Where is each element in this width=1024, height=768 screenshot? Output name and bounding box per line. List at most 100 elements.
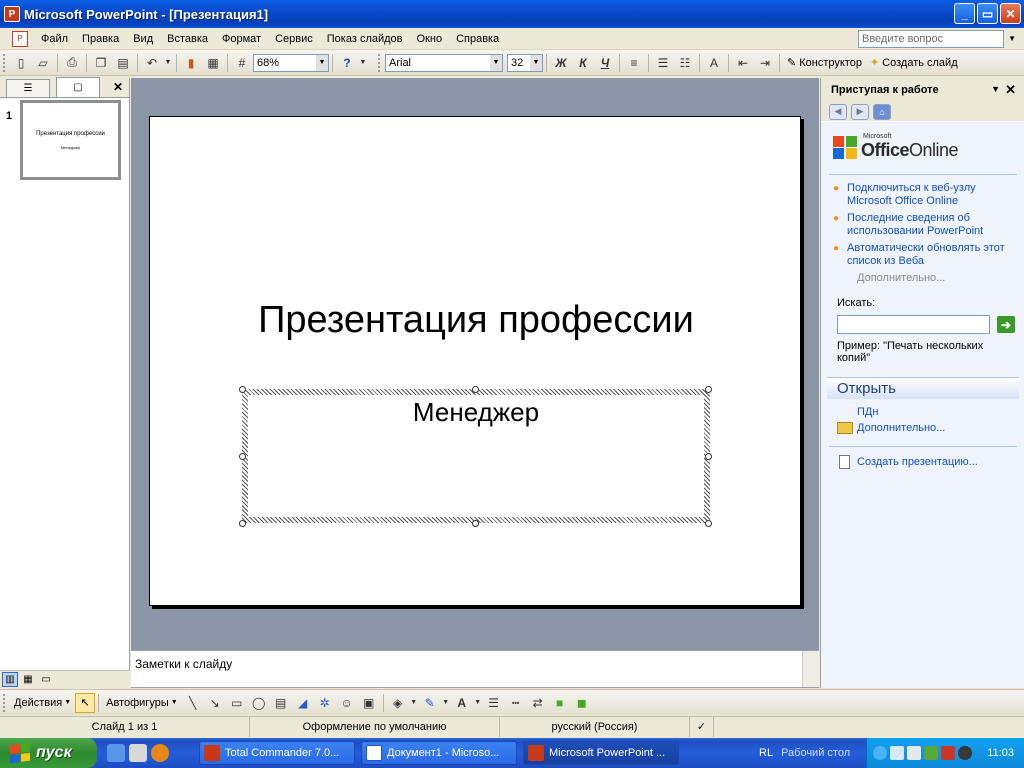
link-office-online[interactable]: ● Подключиться к веб-узлу Microsoft Offic… <box>833 182 1017 208</box>
link-latest-news[interactable]: ● Последние сведения об использовании Pow… <box>833 212 1017 238</box>
recent-file-link[interactable]: ПДн <box>857 406 878 418</box>
task-total-commander[interactable]: Total Commander 7.0... <box>199 741 355 765</box>
resize-handle-br[interactable] <box>705 520 712 527</box>
notes-scrollbar[interactable] <box>802 651 819 687</box>
close-button[interactable]: ✕ <box>1000 3 1021 24</box>
status-design[interactable]: Оформление по умолчанию <box>250 717 500 737</box>
slideshow-icon[interactable]: ▭ <box>38 672 54 687</box>
textbox-icon[interactable]: ▤ <box>270 692 292 714</box>
resize-handle-bc[interactable] <box>472 520 479 527</box>
help-question-input[interactable]: Введите вопрос <box>858 30 1004 48</box>
tab-slides[interactable]: ▢ <box>56 77 100 97</box>
underline-button[interactable]: Ч <box>594 52 616 74</box>
task-pane-header[interactable]: Приступая к работе ▼ ✕ <box>821 78 1024 102</box>
chevron-down-icon[interactable]: ▼ <box>490 54 502 71</box>
chevron-down-icon[interactable]: ▼ <box>530 54 542 71</box>
explorer-icon[interactable] <box>129 744 147 762</box>
fill-color-icon[interactable]: ◈ <box>387 692 409 714</box>
decrease-indent-icon[interactable]: ⇤ <box>732 52 754 74</box>
resize-handle-tr[interactable] <box>705 386 712 393</box>
toolbar-grip[interactable] <box>3 693 7 712</box>
increase-indent-icon[interactable]: ⇥ <box>754 52 776 74</box>
diagram-icon[interactable]: ✲ <box>314 692 336 714</box>
desktop-toolbar[interactable]: Рабочий стол <box>781 747 850 759</box>
resize-handle-ml[interactable] <box>239 453 246 460</box>
link-auto-update[interactable]: ● Автоматически обновлять этот список из … <box>833 242 1017 268</box>
menu-window[interactable]: Окно <box>410 29 450 49</box>
start-button[interactable]: пуск <box>0 738 97 768</box>
forward-icon[interactable]: ▶ <box>851 103 869 120</box>
document-icon[interactable]: P <box>12 30 28 47</box>
dash-style-icon[interactable]: ┅ <box>505 692 527 714</box>
resize-handle-tl[interactable] <box>239 386 246 393</box>
italic-button[interactable]: К <box>572 52 594 74</box>
close-icon[interactable]: ✕ <box>113 80 123 94</box>
chevron-down-icon[interactable]: ▼ <box>163 52 173 74</box>
resize-handle-bl[interactable] <box>239 520 246 527</box>
actions-menu[interactable]: Действия ▼ <box>10 697 75 709</box>
menu-edit[interactable]: Правка <box>75 29 126 49</box>
desktop-icon[interactable] <box>107 744 125 762</box>
slide-title[interactable]: Презентация профессии <box>150 299 802 342</box>
language-indicator[interactable]: RL <box>759 747 773 759</box>
minimize-button[interactable]: _ <box>954 3 975 24</box>
line-color-icon[interactable]: ✎ <box>419 692 441 714</box>
rectangle-icon[interactable]: ▭ <box>226 692 248 714</box>
numbering-icon[interactable]: ☰ <box>652 52 674 74</box>
line-style-icon[interactable]: ☰ <box>483 692 505 714</box>
slide-sorter-icon[interactable]: ▦ <box>20 672 36 687</box>
paste-icon[interactable]: ▤ <box>112 52 134 74</box>
notes-pane[interactable]: Заметки к слайду <box>131 650 819 688</box>
antivirus-icon[interactable] <box>924 746 938 760</box>
copy-icon[interactable]: ❐ <box>90 52 112 74</box>
search-input[interactable] <box>837 315 990 334</box>
task-powerpoint[interactable]: Microsoft PowerPoint ... <box>523 741 679 765</box>
create-presentation-link[interactable]: Создать презентацию... <box>857 456 978 468</box>
new-slide-button[interactable]: ✦ Создать слайд <box>866 52 962 74</box>
picture-icon[interactable]: ▣ <box>358 692 380 714</box>
chevron-down-icon[interactable]: ▼ <box>441 692 451 714</box>
shield-icon[interactable] <box>941 746 955 760</box>
3d-icon[interactable]: ◼ <box>571 692 593 714</box>
resize-handle-tc[interactable] <box>472 386 479 393</box>
zoom-select[interactable]: 68% ▼ <box>253 53 329 72</box>
firefox-icon[interactable] <box>151 744 169 762</box>
grid-icon[interactable]: # <box>231 52 253 74</box>
menu-tools[interactable]: Сервис <box>268 29 320 49</box>
line-icon[interactable]: ╲ <box>182 692 204 714</box>
maximize-button[interactable]: ▭ <box>977 3 998 24</box>
slide-thumbnail[interactable]: Презентация профессии Менеджер <box>20 100 121 180</box>
select-pointer-icon[interactable]: ↖ <box>75 692 96 713</box>
new-document-icon[interactable]: ▯ <box>10 52 32 74</box>
wordart-icon[interactable]: ◢ <box>292 692 314 714</box>
chevron-down-icon[interactable]: ▼ <box>473 692 483 714</box>
open-more-link[interactable]: Дополнительно... <box>857 422 945 434</box>
title-bar[interactable]: P Microsoft PowerPoint - [Презентация1] … <box>0 0 1024 28</box>
arrow-style-icon[interactable]: ⇄ <box>527 692 549 714</box>
bold-button[interactable]: Ж <box>550 52 572 74</box>
menu-help[interactable]: Справка <box>449 29 506 49</box>
bullets-icon[interactable]: ☷ <box>674 52 696 74</box>
open-folder-icon[interactable]: ▱ <box>32 52 54 74</box>
menu-insert[interactable]: Вставка <box>160 29 215 49</box>
font-color-icon[interactable]: A <box>451 692 473 714</box>
menu-format[interactable]: Формат <box>215 29 268 49</box>
powerpoint-app-icon[interactable]: P <box>4 6 20 22</box>
resize-handle-mr[interactable] <box>705 453 712 460</box>
close-icon[interactable]: ✕ <box>1005 82 1016 98</box>
autoshapes-menu[interactable]: Автофигуры ▼ <box>102 697 182 709</box>
menu-file[interactable]: Файл <box>34 29 75 49</box>
font-size-select[interactable]: 32 ▼ <box>507 53 543 72</box>
home-icon[interactable]: ⌂ <box>873 103 891 120</box>
chevron-down-icon[interactable]: ▼ <box>316 54 328 71</box>
speaker-icon[interactable] <box>907 746 921 760</box>
chevron-left-icon[interactable] <box>873 746 887 760</box>
slide-subtitle[interactable]: Менеджер <box>248 397 704 428</box>
slide-canvas[interactable]: Презентация профессии Менеджер <box>149 116 801 606</box>
undo-icon[interactable]: ↶ <box>141 52 163 74</box>
chevron-down-icon[interactable]: ▼ <box>409 692 419 714</box>
back-icon[interactable]: ◀ <box>829 103 847 120</box>
bug-icon[interactable] <box>958 746 972 760</box>
network-icon[interactable] <box>890 746 904 760</box>
tab-outline[interactable]: ☰ <box>6 79 50 97</box>
